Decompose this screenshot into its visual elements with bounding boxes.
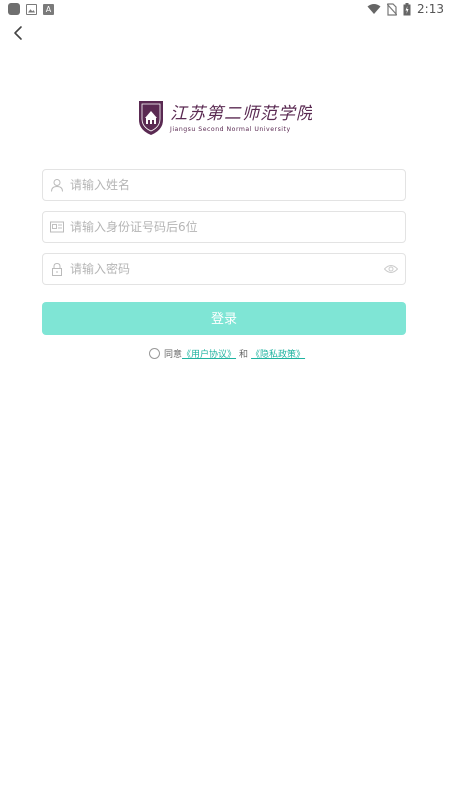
login-button[interactable]: 登录 bbox=[42, 302, 406, 335]
chevron-left-icon bbox=[14, 26, 22, 40]
eye-icon[interactable] bbox=[384, 263, 398, 275]
privacy-policy-link[interactable]: 《隐私政策》 bbox=[251, 347, 305, 360]
wifi-icon bbox=[367, 4, 381, 14]
user-agreement-link[interactable]: 《用户协议》 bbox=[182, 347, 236, 360]
back-button[interactable] bbox=[8, 22, 30, 44]
name-field[interactable] bbox=[42, 169, 406, 201]
university-logo: 江苏第二师范学院 Jiangsu Second Normal Universit… bbox=[138, 98, 315, 136]
logo-name-cn: 江苏第二师范学院 bbox=[170, 104, 312, 124]
agree-radio[interactable] bbox=[149, 348, 160, 359]
password-input[interactable] bbox=[70, 254, 380, 284]
agree-prefix: 同意 bbox=[164, 350, 183, 360]
agree-and: 和 bbox=[239, 350, 249, 360]
user-icon bbox=[51, 179, 63, 192]
id-input[interactable] bbox=[70, 212, 380, 242]
password-field[interactable] bbox=[42, 253, 406, 285]
notification-icons: A bbox=[8, 3, 54, 15]
agreement-row: 同意 《用户协议》 和 《隐私政策》 bbox=[149, 347, 305, 360]
id-field[interactable] bbox=[42, 211, 406, 243]
app-notification-icon bbox=[8, 3, 20, 15]
text-notification-icon: A bbox=[43, 3, 54, 15]
logo-name-en: Jiangsu Second Normal University bbox=[169, 126, 291, 133]
status-bar: A 2:13 bbox=[0, 0, 450, 20]
id-card-icon bbox=[50, 221, 64, 233]
no-sim-icon bbox=[387, 2, 398, 16]
lock-icon bbox=[52, 262, 62, 276]
name-input[interactable] bbox=[70, 170, 380, 200]
system-icons: 2:13 bbox=[367, 2, 444, 16]
battery-icon bbox=[403, 2, 411, 15]
image-notification-icon bbox=[26, 3, 37, 15]
status-time: 2:13 bbox=[417, 2, 444, 16]
